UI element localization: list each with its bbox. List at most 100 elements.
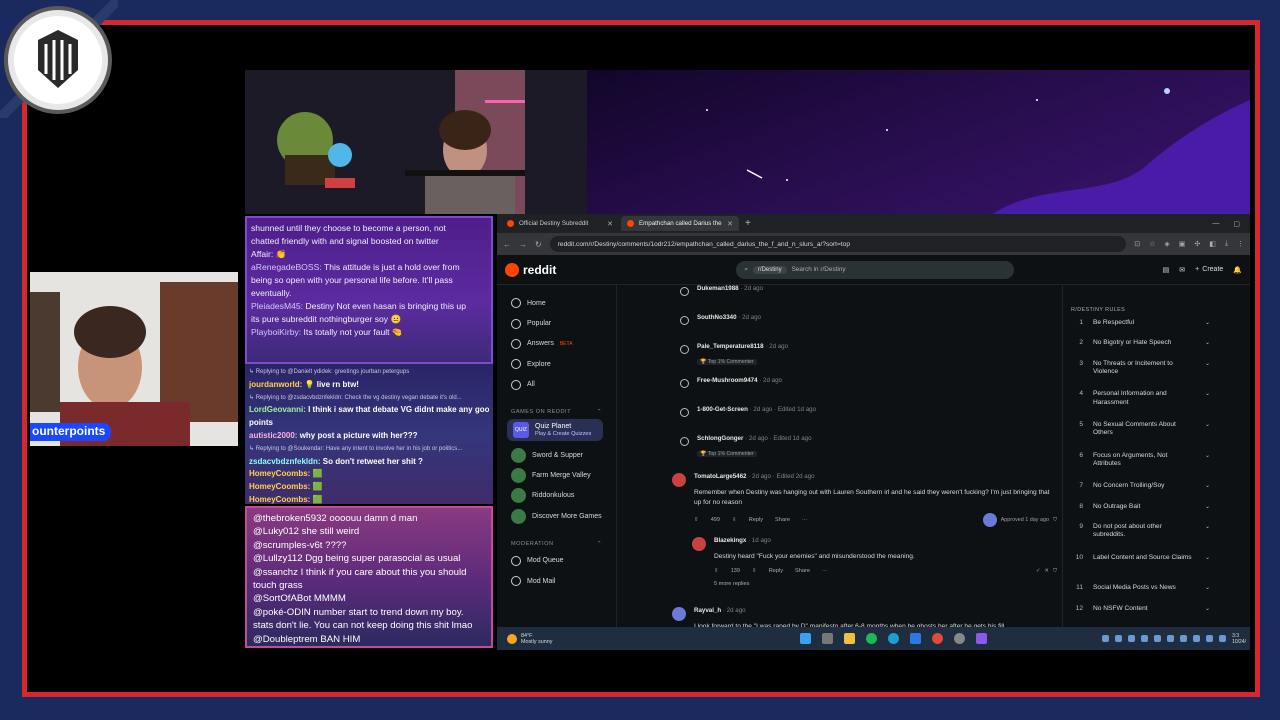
url-field[interactable]: reddit.com/r/Destiny/comments/1odr212/em… xyxy=(549,236,1127,252)
spotify-icon[interactable] xyxy=(866,633,878,644)
sidebar-item-home[interactable]: Home xyxy=(511,293,616,313)
collapsed-comment[interactable]: Pale_Temperature8118 · 2d ago 🏆 Top 1% Co… xyxy=(680,343,1057,377)
notifications-icon[interactable]: 🔔 xyxy=(1233,266,1242,274)
search-input[interactable]: ⌕ r/Destiny Search in r/Destiny xyxy=(736,260,1015,279)
chevron-down-icon[interactable]: ⌄ xyxy=(1205,319,1250,327)
tray-icon[interactable] xyxy=(1102,635,1110,642)
rule-item[interactable]: 5 No Sexual Comments About Others ⌄ xyxy=(1071,421,1250,452)
rule-item[interactable]: 8 No Outrage Bait ⌄ xyxy=(1071,503,1250,523)
downvote-icon[interactable]: ⇩ xyxy=(752,568,757,574)
sidebar-item-answers[interactable]: Answers BETA xyxy=(511,334,616,354)
rule-item[interactable]: 6 Focus on Arguments, Not Attributes ⌄ xyxy=(1071,452,1250,483)
reload-icon[interactable]: ↻ xyxy=(535,240,542,249)
rule-item[interactable]: 10 Label Content and Source Claims ⌄ xyxy=(1071,554,1250,585)
rule-item[interactable]: 4 Personal Information and Harassment ⌄ xyxy=(1071,390,1250,421)
reddit-logo[interactable]: reddit xyxy=(505,262,556,277)
rule-item[interactable]: 7 No Concern Trolling/Soy ⌄ xyxy=(1071,482,1250,502)
upvote-icon[interactable]: ⇧ xyxy=(714,568,719,574)
chevron-up-icon[interactable]: ⌃ xyxy=(597,541,602,547)
expand-icon[interactable] xyxy=(680,316,689,325)
chevron-up-icon[interactable]: ⌃ xyxy=(597,409,602,415)
sidebar-icon[interactable]: ◧ xyxy=(1209,240,1216,248)
expand-icon[interactable] xyxy=(680,345,689,354)
forward-icon[interactable]: → xyxy=(519,240,527,249)
chevron-down-icon[interactable]: ⌄ xyxy=(1205,339,1250,347)
tray-icon[interactable] xyxy=(1193,635,1201,642)
chevron-down-icon[interactable]: ⌄ xyxy=(1205,360,1250,368)
messages-icon[interactable]: ✉ xyxy=(1179,266,1185,274)
collapsed-comment[interactable]: Dukeman1988 · 2d ago xyxy=(680,285,1057,314)
expand-icon[interactable] xyxy=(680,408,689,417)
more-options-icon[interactable]: ··· xyxy=(822,568,828,574)
minimize-icon[interactable]: — xyxy=(1212,220,1219,228)
chevron-down-icon[interactable]: ⌄ xyxy=(1205,390,1250,398)
menu-icon[interactable]: ⋮ xyxy=(1237,240,1244,248)
reply-button[interactable]: Reply xyxy=(769,568,783,574)
bookmark-star-icon[interactable]: ☆ xyxy=(1149,240,1155,248)
download-icon[interactable]: ⤓ xyxy=(1225,240,1228,248)
sidebar-item-all[interactable]: All xyxy=(511,375,616,395)
author-name[interactable]: TomatoLarge5462 xyxy=(694,473,747,480)
remove-icon[interactable]: ✕ xyxy=(1044,568,1049,574)
tab-destiny-subreddit[interactable]: Official Destiny Subreddit ✕ xyxy=(501,216,619,231)
rule-item[interactable]: 1 Be Respectful ⌄ xyxy=(1071,319,1250,339)
rule-item[interactable]: 3 No Threats or Incitement to Violence ⌄ xyxy=(1071,360,1250,391)
chevron-down-icon[interactable]: ⌄ xyxy=(1205,421,1250,429)
sidebar-item-popular[interactable]: Popular xyxy=(511,313,616,333)
start-icon[interactable] xyxy=(800,633,812,644)
downvote-icon[interactable]: ⇩ xyxy=(732,517,737,523)
chevron-down-icon[interactable]: ⌄ xyxy=(1205,482,1250,490)
file-explorer-icon[interactable] xyxy=(844,633,856,644)
reply-button[interactable]: Reply xyxy=(749,517,763,523)
mod-item[interactable]: Mod Mail xyxy=(511,571,616,591)
tray-icon[interactable] xyxy=(1206,635,1214,642)
collapsed-comment[interactable]: SouthNo3340 · 2d ago xyxy=(680,314,1057,343)
back-icon[interactable]: ← xyxy=(503,240,511,249)
close-tab-icon[interactable]: ✕ xyxy=(727,220,733,228)
chevron-down-icon[interactable]: ⌄ xyxy=(1205,503,1250,511)
game-item[interactable]: Riddonkulous xyxy=(511,486,616,506)
tray-icon[interactable] xyxy=(1180,635,1188,642)
quiz-planet-item[interactable]: QUIZ Quiz Planet Play & Create Quizzes xyxy=(507,418,603,441)
shield-icon[interactable]: ⛉ xyxy=(1053,517,1057,524)
create-button[interactable]: + Create xyxy=(1195,266,1223,273)
games-section-header[interactable]: GAMES ON REDDIT ⌃ xyxy=(511,405,616,419)
more-replies-link[interactable]: 5 more replies xyxy=(714,581,1057,587)
collapsed-comment[interactable]: SchlongGonger · 2d ago · Edited 1d ago 🏆 … xyxy=(680,435,1057,469)
more-options-icon[interactable]: ··· xyxy=(802,517,808,523)
chat-icon[interactable]: ▤ xyxy=(1163,266,1170,274)
maximize-icon[interactable]: ▢ xyxy=(1233,220,1240,228)
subreddit-chip[interactable]: r/Destiny xyxy=(752,265,787,274)
clock[interactable]: 3:3 10/24/ xyxy=(1232,633,1250,645)
extension-icon[interactable]: ▣ xyxy=(1179,240,1186,248)
puzzle-icon[interactable]: ✣ xyxy=(1194,240,1200,248)
tray-icon[interactable] xyxy=(1219,635,1227,642)
chrome-icon[interactable] xyxy=(932,633,944,644)
rule-item[interactable]: 12 No NSFW Content ⌄ xyxy=(1071,605,1250,625)
rule-item[interactable]: 9 Do not post about other subreddits. ⌄ xyxy=(1071,523,1250,554)
collapsed-comment[interactable]: Free-Mushroom9474 · 2d ago xyxy=(680,377,1057,406)
mod-item[interactable]: Mod Queue xyxy=(511,551,616,571)
task-view-icon[interactable] xyxy=(822,633,834,644)
game-item[interactable]: Farm Merge Valley xyxy=(511,465,616,485)
edge-icon[interactable] xyxy=(888,633,900,644)
chevron-down-icon[interactable]: ⌄ xyxy=(1205,554,1250,562)
tab-empathchan-post[interactable]: Empathchan called Darius the ... ✕ xyxy=(621,216,739,231)
obs-icon[interactable] xyxy=(954,633,966,644)
expand-icon[interactable] xyxy=(680,437,689,446)
chevron-down-icon[interactable]: ⌄ xyxy=(1205,452,1250,460)
new-tab-icon[interactable]: + xyxy=(745,218,751,229)
game-item[interactable]: Sword & Supper xyxy=(511,445,616,465)
upvote-icon[interactable]: ⇧ xyxy=(694,517,699,523)
outlook-icon[interactable] xyxy=(910,633,922,644)
tray-icon[interactable] xyxy=(1141,635,1149,642)
approve-check-icon[interactable]: ✓ xyxy=(1036,568,1041,574)
expand-icon[interactable] xyxy=(680,287,689,296)
chevron-down-icon[interactable]: ⌄ xyxy=(1205,523,1250,531)
share-button[interactable]: Share xyxy=(795,568,810,574)
tray-icon[interactable] xyxy=(1167,635,1175,642)
rule-item[interactable]: 11 Social Media Posts vs News ⌄ xyxy=(1071,584,1250,604)
chevron-down-icon[interactable]: ⌄ xyxy=(1205,584,1250,592)
expand-icon[interactable] xyxy=(680,379,689,388)
extension-icon[interactable]: ◈ xyxy=(1164,240,1169,248)
